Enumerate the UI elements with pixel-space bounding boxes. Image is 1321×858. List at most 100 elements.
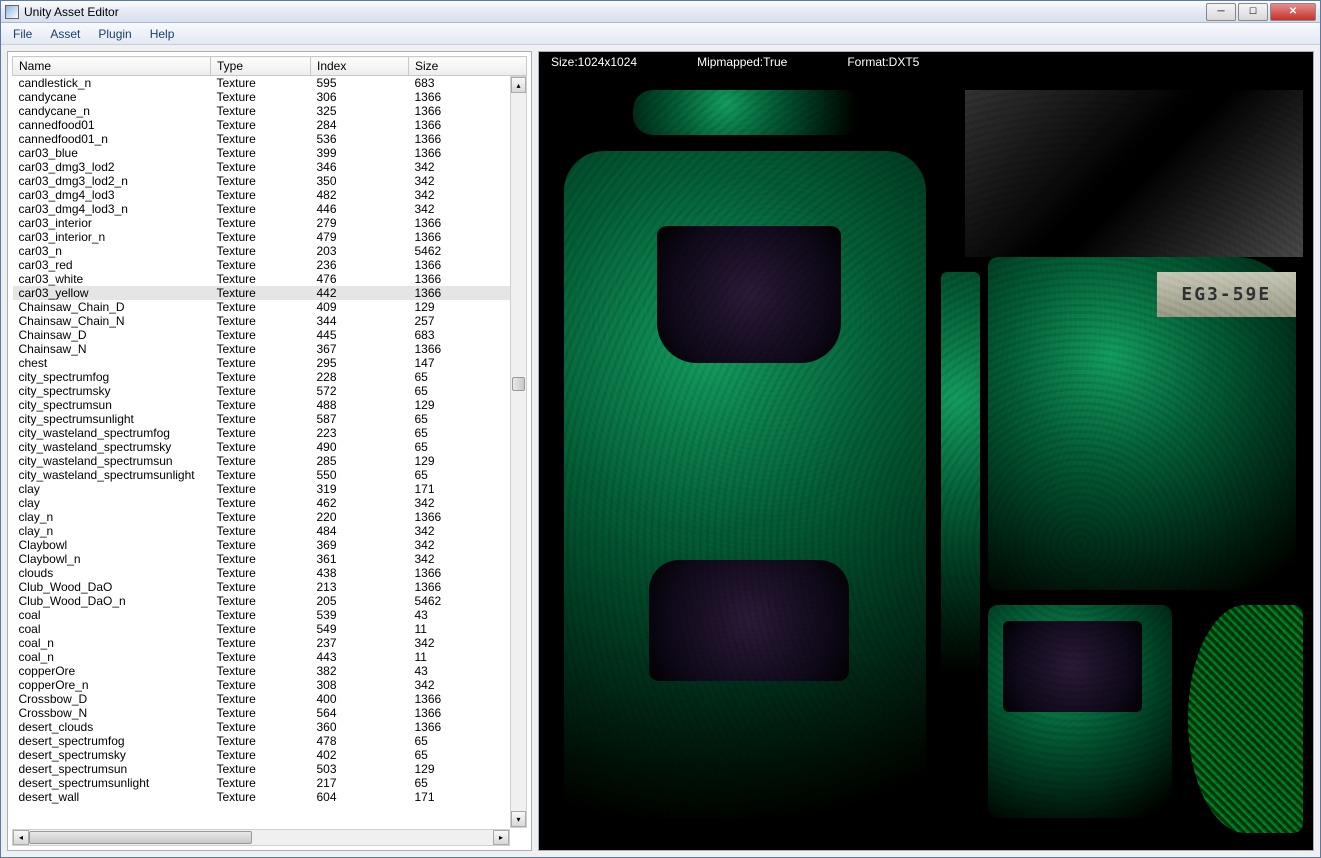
table-row[interactable]: city_wasteland_spectrumsunlightTexture55… bbox=[13, 468, 527, 482]
cell-size: 65 bbox=[409, 468, 527, 482]
horizontal-scrollbar[interactable]: ◂ ▸ bbox=[12, 829, 510, 846]
table-row[interactable]: car03_interior_nTexture4791366 bbox=[13, 230, 527, 244]
table-row[interactable]: Claybowl_nTexture361342 bbox=[13, 552, 527, 566]
table-row[interactable]: candycaneTexture3061366 bbox=[13, 90, 527, 104]
table-row[interactable]: car03_yellowTexture4421366 bbox=[13, 286, 527, 300]
table-row[interactable]: desert_spectrumfogTexture47865 bbox=[13, 734, 527, 748]
table-row[interactable]: city_spectrumskyTexture57265 bbox=[13, 384, 527, 398]
table-row[interactable]: car03_interiorTexture2791366 bbox=[13, 216, 527, 230]
table-row[interactable]: car03_dmg4_lod3_nTexture446342 bbox=[13, 202, 527, 216]
table-row[interactable]: desert_spectrumskyTexture40265 bbox=[13, 748, 527, 762]
table-row[interactable]: cloudsTexture4381366 bbox=[13, 566, 527, 580]
table-row[interactable]: clay_nTexture484342 bbox=[13, 524, 527, 538]
cell-index: 295 bbox=[311, 356, 409, 370]
menu-file[interactable]: File bbox=[5, 25, 40, 43]
table-row[interactable]: copperOre_nTexture308342 bbox=[13, 678, 527, 692]
table-row[interactable]: copperOreTexture38243 bbox=[13, 664, 527, 678]
menu-asset[interactable]: Asset bbox=[42, 25, 88, 43]
cell-name: city_spectrumsky bbox=[13, 384, 211, 398]
table-row[interactable]: ClaybowlTexture369342 bbox=[13, 538, 527, 552]
table-row[interactable]: clayTexture319171 bbox=[13, 482, 527, 496]
table-row[interactable]: car03_dmg3_lod2_nTexture350342 bbox=[13, 174, 527, 188]
cell-name: car03_dmg4_lod3 bbox=[13, 188, 211, 202]
table-row[interactable]: chestTexture295147 bbox=[13, 356, 527, 370]
table-row[interactable]: cannedfood01Texture2841366 bbox=[13, 118, 527, 132]
cell-type: Texture bbox=[211, 384, 311, 398]
table-row[interactable]: desert_wallTexture604171 bbox=[13, 790, 527, 804]
table-row[interactable]: Chainsaw_NTexture3671366 bbox=[13, 342, 527, 356]
cell-type: Texture bbox=[211, 552, 311, 566]
table-row[interactable]: city_spectrumfogTexture22865 bbox=[13, 370, 527, 384]
table-row[interactable]: Club_Wood_DaOTexture2131366 bbox=[13, 580, 527, 594]
table-row[interactable]: coalTexture54911 bbox=[13, 622, 527, 636]
scroll-right-arrow[interactable]: ▸ bbox=[493, 830, 509, 845]
column-header-size[interactable]: Size bbox=[409, 57, 527, 76]
table-row[interactable]: candycane_nTexture3251366 bbox=[13, 104, 527, 118]
cell-size: 1366 bbox=[409, 566, 527, 580]
table-row[interactable]: Crossbow_DTexture4001366 bbox=[13, 692, 527, 706]
close-button[interactable] bbox=[1270, 3, 1316, 21]
table-row[interactable]: car03_blueTexture3991366 bbox=[13, 146, 527, 160]
table-row[interactable]: city_wasteland_spectrumsunTexture285129 bbox=[13, 454, 527, 468]
cell-type: Texture bbox=[211, 426, 311, 440]
cell-name: desert_spectrumsun bbox=[13, 762, 211, 776]
titlebar[interactable]: Unity Asset Editor bbox=[1, 1, 1320, 23]
cell-name: car03_dmg3_lod2 bbox=[13, 160, 211, 174]
column-header-name[interactable]: Name bbox=[13, 57, 211, 76]
table-row[interactable]: car03_nTexture2035462 bbox=[13, 244, 527, 258]
cell-type: Texture bbox=[211, 734, 311, 748]
cell-type: Texture bbox=[211, 216, 311, 230]
column-header-type[interactable]: Type bbox=[211, 57, 311, 76]
table-row[interactable]: coal_nTexture44311 bbox=[13, 650, 527, 664]
cell-name: coal_n bbox=[13, 650, 211, 664]
table-row[interactable]: clay_nTexture2201366 bbox=[13, 510, 527, 524]
table-row[interactable]: coal_nTexture237342 bbox=[13, 636, 527, 650]
cell-size: 1366 bbox=[409, 272, 527, 286]
cell-size: 65 bbox=[409, 384, 527, 398]
table-row[interactable]: Chainsaw_Chain_NTexture344257 bbox=[13, 314, 527, 328]
cell-name: coal_n bbox=[13, 636, 211, 650]
asset-table[interactable]: NameTypeIndexSize candlestick_nTexture59… bbox=[12, 56, 527, 804]
menu-plugin[interactable]: Plugin bbox=[90, 25, 139, 43]
table-row[interactable]: city_spectrumsunTexture488129 bbox=[13, 398, 527, 412]
scroll-up-arrow[interactable]: ▴ bbox=[511, 77, 526, 93]
table-row[interactable]: cannedfood01_nTexture5361366 bbox=[13, 132, 527, 146]
table-row[interactable]: desert_spectrumsunTexture503129 bbox=[13, 762, 527, 776]
table-row[interactable]: city_wasteland_spectrumskyTexture49065 bbox=[13, 440, 527, 454]
cell-index: 409 bbox=[311, 300, 409, 314]
cell-name: city_spectrumsun bbox=[13, 398, 211, 412]
table-row[interactable]: car03_redTexture2361366 bbox=[13, 258, 527, 272]
menu-help[interactable]: Help bbox=[142, 25, 183, 43]
table-row[interactable]: city_wasteland_spectrumfogTexture22365 bbox=[13, 426, 527, 440]
minimize-button[interactable] bbox=[1206, 3, 1236, 21]
table-row[interactable]: city_spectrumsunlightTexture58765 bbox=[13, 412, 527, 426]
cell-size: 11 bbox=[409, 622, 527, 636]
table-row[interactable]: Club_Wood_DaO_nTexture2055462 bbox=[13, 594, 527, 608]
table-row[interactable]: car03_dmg4_lod3Texture482342 bbox=[13, 188, 527, 202]
scroll-down-arrow[interactable]: ▾ bbox=[511, 811, 526, 827]
texture-preview[interactable]: EG3-59E bbox=[539, 74, 1313, 850]
table-row[interactable]: desert_spectrumsunlightTexture21765 bbox=[13, 776, 527, 790]
table-row[interactable]: desert_cloudsTexture3601366 bbox=[13, 720, 527, 734]
table-row[interactable]: car03_whiteTexture4761366 bbox=[13, 272, 527, 286]
table-row[interactable]: car03_dmg3_lod2Texture346342 bbox=[13, 160, 527, 174]
table-row[interactable]: clayTexture462342 bbox=[13, 496, 527, 510]
cell-type: Texture bbox=[211, 790, 311, 804]
table-row[interactable]: Chainsaw_DTexture445683 bbox=[13, 328, 527, 342]
cell-type: Texture bbox=[211, 300, 311, 314]
hscroll-thumb[interactable] bbox=[29, 831, 252, 844]
table-row[interactable]: Crossbow_NTexture5641366 bbox=[13, 706, 527, 720]
scroll-left-arrow[interactable]: ◂ bbox=[13, 830, 29, 845]
cell-type: Texture bbox=[211, 468, 311, 482]
cell-size: 1366 bbox=[409, 258, 527, 272]
table-row[interactable]: Chainsaw_Chain_DTexture409129 bbox=[13, 300, 527, 314]
vertical-scrollbar[interactable]: ▴ ▾ bbox=[510, 76, 527, 828]
table-row[interactable]: candlestick_nTexture595683 bbox=[13, 76, 527, 91]
table-row[interactable]: coalTexture53943 bbox=[13, 608, 527, 622]
cell-index: 549 bbox=[311, 622, 409, 636]
cell-type: Texture bbox=[211, 538, 311, 552]
column-header-index[interactable]: Index bbox=[311, 57, 409, 76]
table-scroll[interactable]: NameTypeIndexSize candlestick_nTexture59… bbox=[12, 56, 527, 828]
maximize-button[interactable] bbox=[1238, 3, 1268, 21]
vscroll-thumb[interactable] bbox=[512, 377, 525, 391]
